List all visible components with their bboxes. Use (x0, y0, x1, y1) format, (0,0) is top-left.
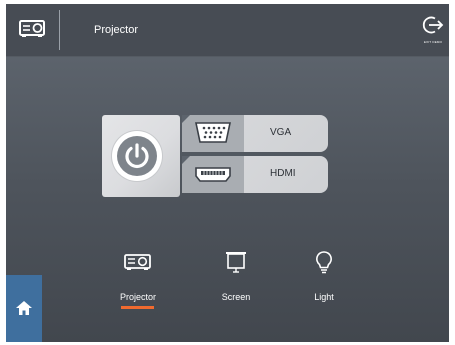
source-vga-label: VGA (270, 127, 292, 138)
nav-item-screen[interactable]: Screen (201, 250, 271, 302)
hdmi-port-icon (182, 167, 244, 193)
vga-port-icon (182, 122, 244, 152)
screen-icon (201, 250, 271, 279)
top-bar: Projector EXIT DEMO (6, 4, 449, 57)
nav-label-light: Light (314, 292, 334, 302)
power-button[interactable] (102, 115, 180, 197)
active-underline (121, 306, 154, 309)
tile-corner (182, 115, 190, 123)
main-panel: VGA HDMI Projector Screen Light (6, 57, 449, 342)
home-button[interactable] (6, 275, 42, 342)
nav-label-projector: Projector (119, 292, 156, 302)
nav-item-light[interactable]: Light (289, 250, 359, 302)
nav-item-projector[interactable]: Projector (103, 250, 173, 309)
exit-icon (422, 16, 444, 39)
app-frame: Projector EXIT DEMO VGA HDMI Projector S… (6, 4, 449, 342)
projector-icon (18, 18, 48, 40)
power-circle (112, 131, 162, 181)
source-vga-icon-box (182, 115, 244, 152)
tile-corner (182, 156, 190, 164)
power-icon (117, 136, 157, 176)
source-hdmi-icon-box (182, 156, 244, 193)
exit-label: EXIT DEMO (423, 40, 443, 44)
source-vga-button[interactable]: VGA (182, 115, 328, 152)
exit-button[interactable]: EXIT DEMO (420, 15, 446, 45)
lightbulb-icon (289, 250, 359, 279)
source-hdmi-label: HDMI (270, 168, 296, 179)
header-divider (59, 10, 60, 50)
page-title: Projector (94, 24, 139, 36)
source-hdmi-button[interactable]: HDMI (182, 156, 328, 193)
nav-label-screen: Screen (221, 292, 251, 302)
home-icon (14, 298, 34, 323)
projector-icon (103, 250, 173, 279)
